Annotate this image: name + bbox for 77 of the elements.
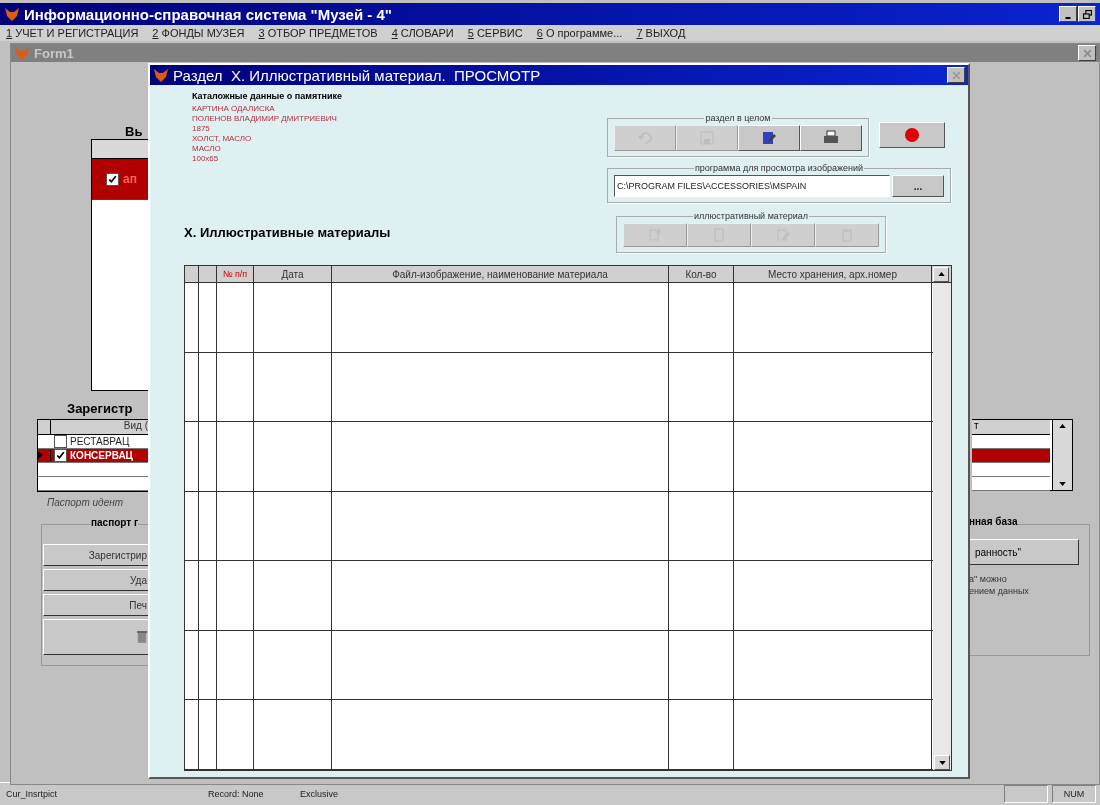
icon-button[interactable] <box>43 619 149 655</box>
section-heading: X. Иллюстративные материалы <box>184 224 392 240</box>
scroll-down-icon <box>1059 482 1066 486</box>
group-label: нная база <box>969 516 1018 527</box>
column-header: Дата <box>254 266 332 282</box>
column-header: № п/п <box>217 266 254 282</box>
status-text: Record: None <box>207 789 265 799</box>
catalog-line: 100х65 <box>192 154 220 164</box>
restore-button[interactable] <box>1078 6 1096 22</box>
restore-icon <box>1082 9 1092 19</box>
menu-item[interactable]: 1 УЧЕТ И РЕГИСТРАЦИЯ <box>6 27 139 39</box>
path-field[interactable]: C:\PROGRAM FILES\ACCESSORIES\MSPAIN <box>614 175 890 197</box>
group-label: раздел в целом <box>704 113 772 123</box>
column-header: т <box>973 420 979 431</box>
scroll-up-icon <box>937 272 945 276</box>
catalog-line: ХОЛСТ, МАСЛО <box>192 134 253 144</box>
column-header: Файл-изображение, наименование материала <box>332 266 669 282</box>
print-button[interactable] <box>800 125 862 151</box>
status-indicator: NUM <box>1052 785 1096 803</box>
scroll-down-button[interactable] <box>934 755 950 770</box>
form-button[interactable]: ранность" <box>969 539 1079 565</box>
scrollbar[interactable] <box>1052 420 1072 490</box>
catalog-line: ПОЛЕНОВ ВЛАДИМИР ДМИТРИЕВИЧ <box>192 114 338 124</box>
checkbox[interactable] <box>106 172 119 186</box>
form-button[interactable]: Уда <box>43 569 149 591</box>
catalog-line: КАРТИНА ОДАЛИСКА <box>192 104 276 114</box>
note-text: ением данных <box>969 586 1029 596</box>
scroll-up-icon <box>1059 424 1066 428</box>
form-button[interactable]: Зарегистрир <box>43 544 149 566</box>
note-text: Паспорт идент <box>47 497 124 508</box>
browse-button[interactable]: ... <box>892 175 944 197</box>
menu-item[interactable]: 7 ВЫХОД <box>636 27 686 39</box>
table-cell: КОНСЕРВАЦ <box>70 450 133 461</box>
table-row[interactable]: КОНСЕРВАЦ <box>38 449 150 463</box>
minimize-icon <box>1065 16 1071 19</box>
menu-item[interactable]: 6 О программе... <box>536 27 623 39</box>
menu-item[interactable]: 3 ОТБОР ПРЕДМЕТОВ <box>258 27 378 39</box>
group-label: иллюстративный материал <box>693 211 809 221</box>
status-text: Exclusive <box>299 789 339 799</box>
menu-item[interactable]: 5 СЕРВИС <box>467 27 523 39</box>
form-button[interactable]: Печ <box>43 594 149 616</box>
status-text: Cur_Insrtpict <box>5 789 59 799</box>
menu-item[interactable]: 4 СЛОВАРИ <box>391 27 454 39</box>
group-label: программа для просмотра изображений <box>693 163 865 173</box>
stop-icon <box>904 127 920 143</box>
close-button[interactable] <box>947 67 965 83</box>
minimize-button[interactable] <box>1059 6 1077 22</box>
catalog-heading: Каталожные данные о памятнике <box>192 91 343 101</box>
scroll-down-icon <box>938 760 946 765</box>
dialog-title: Раздел X. Иллюстративный материал. ПРОСМОТР <box>173 66 541 84</box>
scroll-up-button[interactable] <box>933 266 949 282</box>
form-icon <box>14 45 30 61</box>
table-cell: ап <box>123 172 137 186</box>
checkbox[interactable] <box>54 449 67 462</box>
column-header: Вид ( <box>123 420 149 433</box>
trash-icon <box>137 629 147 645</box>
close-button[interactable] <box>1078 45 1096 61</box>
catalog-line: МАСЛО <box>192 144 222 154</box>
table-cell: РЕСТАВРАЦ <box>70 436 130 447</box>
checkbox[interactable] <box>54 435 67 448</box>
window-title: Информационно-справочная система "Музей - 4" <box>24 5 392 23</box>
menu-item[interactable]: 2 ФОНДЫ МУЗЕЯ <box>152 27 245 39</box>
scrollbar[interactable] <box>933 283 951 770</box>
stop-button[interactable] <box>879 122 945 148</box>
document-edit-icon <box>761 130 777 146</box>
column-header: Кол-во <box>669 266 734 282</box>
section-heading: Зарегистр <box>67 401 133 416</box>
column-header: Место хранения, арх.номер <box>734 266 932 282</box>
dialog-icon <box>153 67 169 83</box>
catalog-line: 1875 <box>192 124 211 134</box>
section-heading: Вь <box>125 124 143 139</box>
close-icon <box>951 70 961 80</box>
app-icon <box>4 6 20 22</box>
form-title: Form1 <box>34 45 74 61</box>
printer-icon <box>823 130 839 146</box>
close-icon <box>1082 48 1092 58</box>
group-label: паспорт г <box>91 517 139 528</box>
